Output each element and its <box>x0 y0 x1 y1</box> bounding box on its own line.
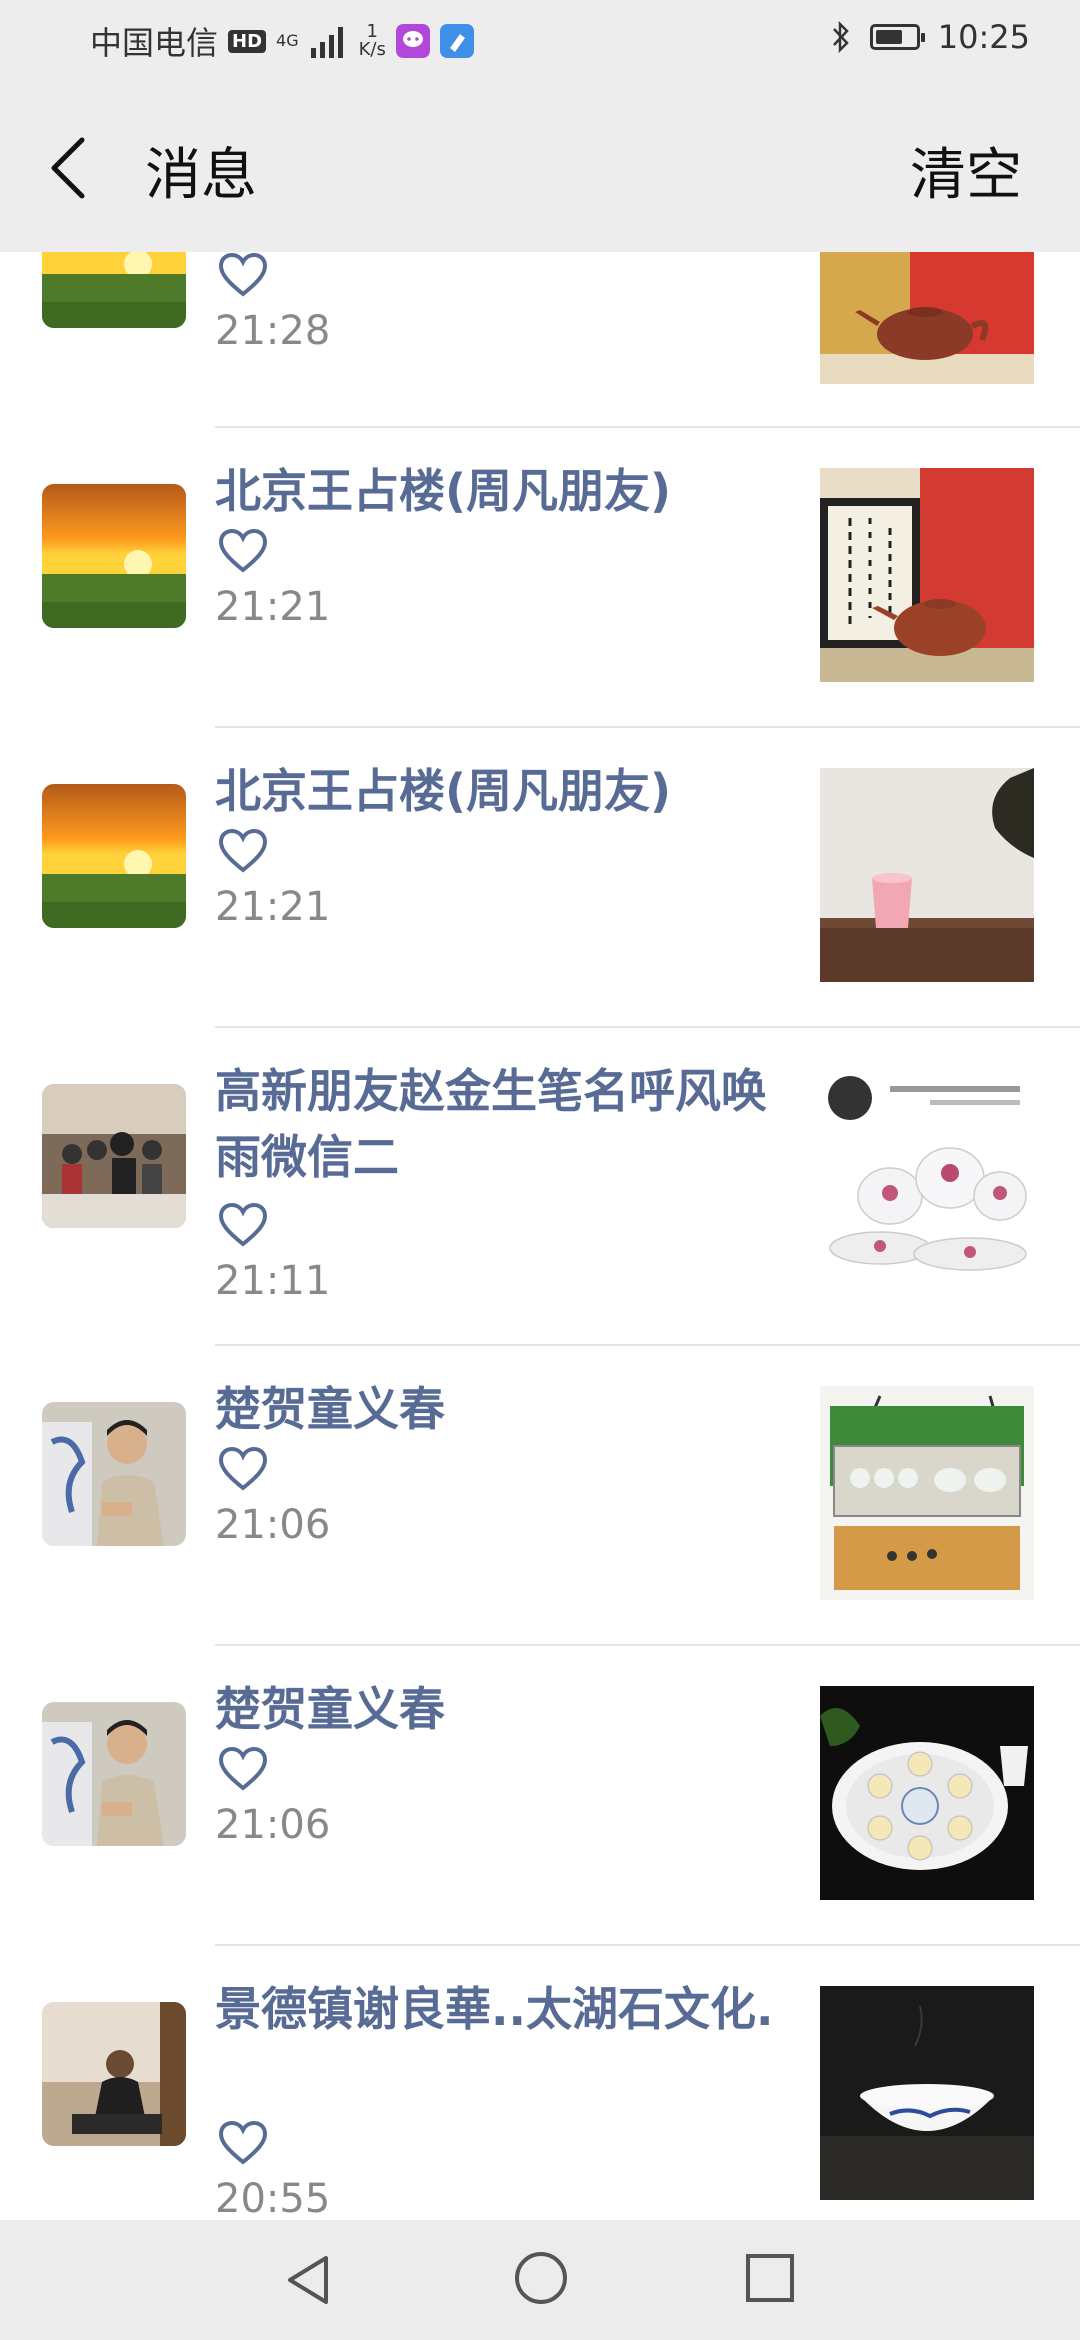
carrier-label: 中国电信 <box>90 24 219 62</box>
app-bar: 消息 清空 <box>0 80 1080 252</box>
message-row[interactable]: 景德镇谢良華..太湖石文化. 20:55 <box>0 1946 1080 2220</box>
status-left: 中国电信 HD 4G 1 K/s <box>90 18 474 64</box>
message-row[interactable]: 北京王占楼(周凡朋友) 21:21 <box>0 428 1080 728</box>
sender-name[interactable]: 北京王占楼(周凡朋友) <box>215 758 775 824</box>
heart-icon <box>218 1446 268 1491</box>
avatar[interactable] <box>42 1702 186 1846</box>
heart-icon <box>218 528 268 573</box>
square-recent-icon[interactable] <box>744 2252 796 2304</box>
avatar[interactable] <box>42 252 186 328</box>
heart-icon <box>218 2120 268 2165</box>
net-speed-unit: K/s <box>358 39 386 60</box>
nav-bar <box>0 2220 1080 2340</box>
message-time: 20:55 <box>215 2176 331 2220</box>
triangle-back-icon[interactable] <box>280 2250 340 2310</box>
message-row[interactable]: 21:28 <box>0 252 1080 428</box>
message-list[interactable]: 21:28 北京王占楼(周凡朋友) 21:21 北京王占楼(周凡朋友) 21:2… <box>0 252 1080 2220</box>
sender-name[interactable]: 景德镇谢良華..太湖石文化. <box>215 1976 775 2042</box>
message-row[interactable]: 北京王占楼(周凡朋友) 21:21 <box>0 728 1080 1028</box>
cleaner-app-icon <box>439 24 474 58</box>
clear-button[interactable]: 清空 <box>910 130 1022 211</box>
avatar[interactable] <box>42 2002 186 2146</box>
messaging-app-icon <box>395 24 430 58</box>
message-row[interactable]: 楚贺童义春 21:06 <box>0 1346 1080 1646</box>
heart-icon <box>218 1746 268 1791</box>
message-thumbnail[interactable] <box>820 1686 1034 1900</box>
page-title: 消息 <box>145 143 257 208</box>
battery-level <box>875 30 902 44</box>
hd-badge: HD <box>228 29 267 53</box>
bluetooth-icon <box>832 20 849 54</box>
sender-name[interactable]: 楚贺童义春 <box>215 1676 775 1742</box>
circle-home-icon[interactable] <box>513 2250 569 2306</box>
avatar[interactable] <box>42 484 186 628</box>
avatar[interactable] <box>42 784 186 928</box>
message-thumbnail[interactable] <box>820 768 1034 982</box>
avatar[interactable] <box>42 1402 186 1546</box>
heart-icon <box>218 252 268 297</box>
net-speed: 1 K/s <box>359 23 386 59</box>
sender-name[interactable]: 高新朋友赵金生笔名呼风唤雨微信二 <box>215 1058 775 1190</box>
signal-icon <box>310 27 343 58</box>
message-thumbnail[interactable] <box>820 1986 1034 2200</box>
sender-name[interactable]: 北京王占楼(周凡朋友) <box>215 458 775 524</box>
sender-name[interactable]: 楚贺童义春 <box>215 1376 775 1442</box>
message-thumbnail[interactable] <box>820 252 1034 384</box>
message-row[interactable]: 高新朋友赵金生笔名呼风唤雨微信二 21:11 <box>0 1028 1080 1346</box>
battery-icon <box>869 24 925 50</box>
message-row[interactable]: 楚贺童义春 21:06 <box>0 1646 1080 1946</box>
status-bar: 中国电信 HD 4G 1 K/s 10:25 <box>0 0 1080 80</box>
message-time: 21:21 <box>215 884 331 930</box>
heart-icon <box>218 1202 268 1247</box>
status-right: 10:25 <box>830 18 1030 56</box>
avatar[interactable] <box>42 1084 186 1228</box>
message-time: 21:11 <box>215 1258 331 1304</box>
heart-icon <box>218 828 268 873</box>
network-type: 4G <box>276 31 299 50</box>
message-time: 21:06 <box>215 1802 331 1848</box>
message-thumbnail[interactable] <box>820 1068 1034 1282</box>
message-time: 21:06 <box>215 1502 331 1548</box>
message-time: 21:28 <box>215 308 331 354</box>
message-thumbnail[interactable] <box>820 1386 1034 1600</box>
message-thumbnail[interactable] <box>820 468 1034 682</box>
chevron-left-icon[interactable] <box>40 128 100 208</box>
message-time: 21:21 <box>215 584 331 630</box>
status-time: 10:25 <box>937 18 1030 56</box>
